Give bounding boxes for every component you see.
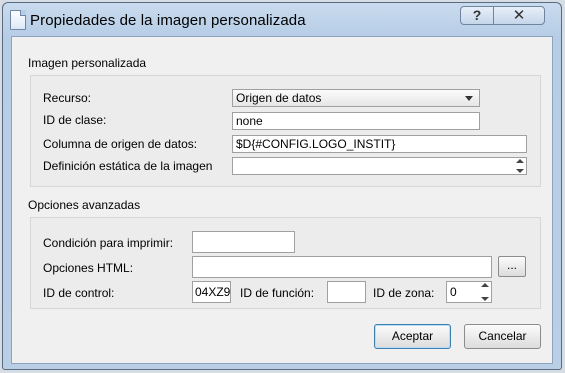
close-button[interactable]: ✕ (493, 6, 545, 25)
document-icon (10, 10, 26, 30)
columna-input[interactable]: $D{#CONFIG.LOGO_INSTIT} (232, 135, 527, 153)
zona-value: 0 (450, 285, 457, 299)
spin-up-icon[interactable] (479, 282, 491, 292)
group-imagen-personalizada: Recurso: Origen de datos ID de clase: no… (30, 75, 541, 187)
recurso-select-value: Origen de datos (236, 91, 322, 105)
clase-label: ID de clase: (43, 113, 107, 127)
scroll-up-icon[interactable] (514, 158, 526, 166)
html-label: Opciones HTML: (43, 261, 134, 275)
condicion-label: Condición para imprimir: (43, 236, 174, 250)
title-bar[interactable]: Propiedades de la imagen personalizada ?… (3, 3, 561, 39)
condicion-input[interactable] (192, 231, 295, 253)
funcion-label: ID de función: (240, 286, 315, 300)
zona-spinner[interactable]: 0 (446, 281, 492, 303)
accept-button[interactable]: Aceptar (374, 324, 451, 349)
columna-label: Columna de origen de datos: (43, 137, 198, 151)
html-input[interactable] (192, 256, 492, 278)
group-title-avanzadas: Opciones avanzadas (28, 198, 141, 212)
recurso-select[interactable]: Origen de datos (232, 89, 480, 107)
recurso-label: Recurso: (43, 91, 92, 105)
dialog-window: Propiedades de la imagen personalizada ?… (2, 2, 562, 370)
group-title-imagen: Imagen personalizada (28, 56, 147, 70)
browse-button[interactable]: ... (498, 256, 526, 277)
close-icon: ✕ (512, 7, 526, 24)
definicion-input[interactable] (232, 157, 527, 175)
cancel-button[interactable]: Cancelar (464, 324, 541, 349)
dialog-content: Imagen personalizada Recurso: Origen de … (11, 36, 553, 364)
clase-input[interactable]: none (232, 112, 480, 130)
group-opciones-avanzadas: Condición para imprimir: Opciones HTML: … (30, 217, 541, 309)
control-input[interactable]: 04XZ9 (192, 281, 231, 303)
zona-label: ID de zona: (373, 286, 435, 300)
help-button[interactable]: ? (460, 6, 494, 25)
control-label: ID de control: (43, 286, 115, 300)
chevron-down-icon (465, 96, 473, 101)
scroll-down-icon[interactable] (514, 166, 526, 174)
definicion-label: Definición estática de la imagen (43, 159, 213, 173)
funcion-input[interactable] (327, 281, 366, 303)
window-title: Propiedades de la imagen personalizada (30, 12, 306, 29)
spin-down-icon[interactable] (479, 292, 491, 302)
